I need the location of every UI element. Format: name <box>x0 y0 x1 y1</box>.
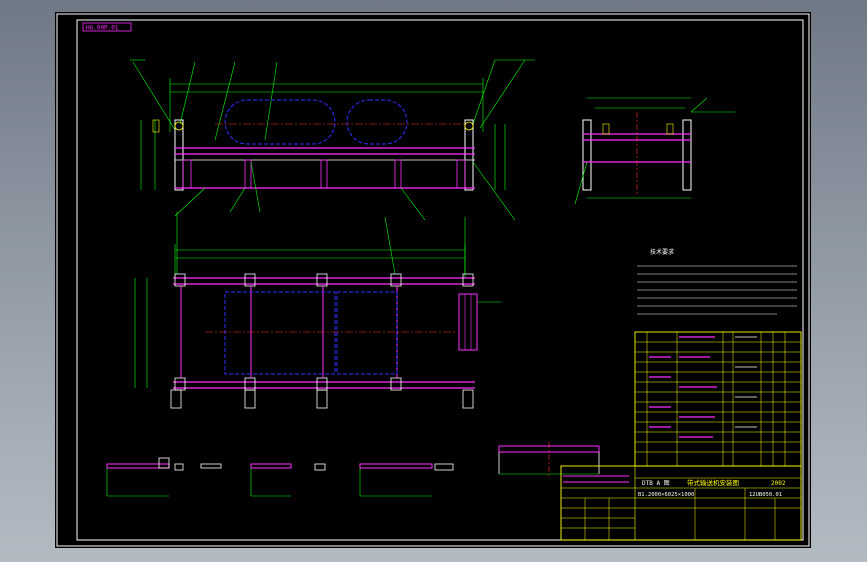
technical-notes: 技术要求 <box>637 248 797 315</box>
parts-list <box>634 331 802 467</box>
side-view <box>574 97 735 205</box>
spec-line: B1.2000×6025×1000 <box>638 492 694 498</box>
drawing-name: 带式输送机安装图 <box>687 478 739 487</box>
plan-view <box>134 212 501 409</box>
inner-frame <box>76 19 804 541</box>
front-view <box>130 59 535 221</box>
drawing-number: 12UB050.01 <box>749 492 782 498</box>
corner-tag: HG.00P.01 <box>86 25 119 32</box>
detail-sections <box>106 442 600 497</box>
drawing-canvas: HG.00P.01 技术要求 DTB A 图 带式输送机安装图 2002 B1.… <box>56 13 810 547</box>
cad-viewport[interactable]: HG.00P.01 技术要求 DTB A 图 带式输送机安装图 2002 B1.… <box>55 12 811 548</box>
notes-title: 技术要求 <box>650 248 674 256</box>
revision: 2002 <box>771 480 786 487</box>
company-name: DTB A 图 <box>642 480 670 487</box>
title-block: DTB A 图 带式输送机安装图 2002 B1.2000×6025×1000 … <box>560 465 802 541</box>
